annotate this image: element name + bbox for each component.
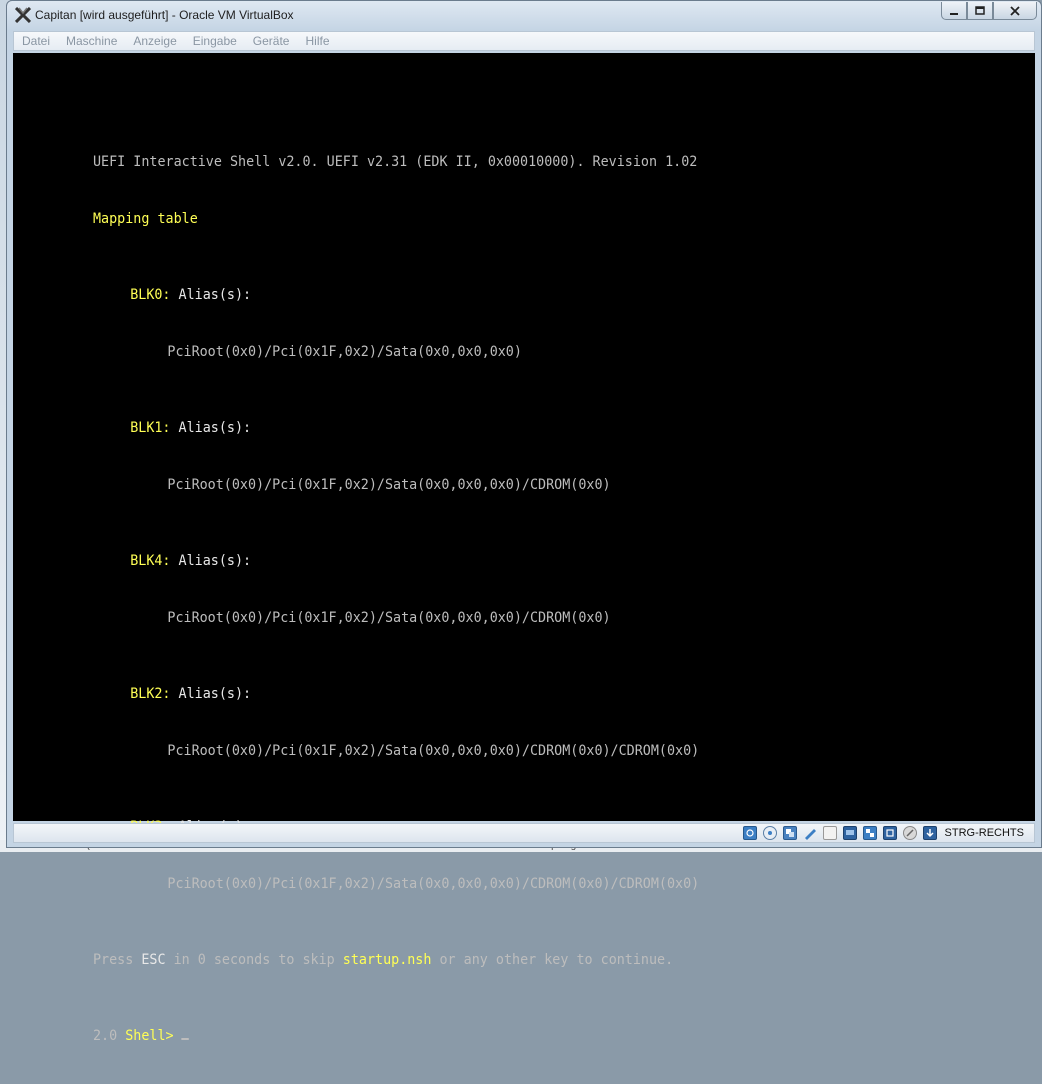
menu-geraete[interactable]: Geräte [253, 34, 290, 48]
device-name: BLK0: [130, 287, 171, 303]
maximize-icon [975, 5, 985, 15]
recording-icon[interactable] [882, 826, 897, 840]
minimize-button[interactable] [941, 2, 967, 20]
mapping-entry: BLK1: Alias(s): [93, 419, 699, 438]
host-key-label: STRG-RECHTS [944, 827, 1024, 839]
console-header: UEFI Interactive Shell v2.0. UEFI v2.31 … [93, 154, 698, 170]
alias-label: Alias(s): [178, 553, 252, 569]
alias-label: Alias(s): [178, 686, 252, 702]
shell-prompt[interactable]: 2.0 Shell> [93, 1027, 699, 1046]
mouse-integration-icon[interactable] [902, 826, 917, 840]
window-title: Capitan [wird ausgeführt] - Oracle VM Vi… [35, 8, 294, 22]
device-name: BLK4: [130, 553, 171, 569]
mapping-entry: BLK2: Alias(s): [93, 685, 699, 704]
device-name: BLK2: [130, 686, 171, 702]
menu-bar: Datei Maschine Anzeige Eingabe Geräte Hi… [13, 31, 1035, 51]
display-icon[interactable] [842, 826, 857, 840]
menu-hilfe[interactable]: Hilfe [305, 34, 329, 48]
device-path: PciRoot(0x0)/Pci(0x1F,0x2)/Sata(0x0,0x0,… [167, 610, 611, 626]
usb-icon[interactable] [782, 826, 797, 840]
keyboard-capture-icon[interactable] [922, 826, 937, 840]
device-name: BLK1: [130, 420, 171, 436]
virtualbox-window: Capitan [wird ausgeführt] - Oracle VM Vi… [6, 0, 1042, 1044]
menu-anzeige[interactable]: Anzeige [133, 34, 176, 48]
minimize-icon [950, 12, 958, 15]
mapping-entry: BLK0: Alias(s): [93, 286, 699, 305]
alias-label: Alias(s): [178, 420, 252, 436]
startup-script-name: startup.nsh [342, 952, 432, 968]
vm-screen[interactable]: UEFI Interactive Shell v2.0. UEFI v2.31 … [13, 53, 1035, 1044]
mapping-table-title: Mapping table [93, 211, 198, 227]
capture-icon[interactable] [822, 826, 837, 840]
device-path: PciRoot(0x0)/Pci(0x1F,0x2)/Sata(0x0,0x0,… [167, 876, 700, 892]
status-icons: STRG-RECHTS [742, 825, 1024, 841]
title-bar[interactable]: Capitan [wird ausgeführt] - Oracle VM Vi… [7, 1, 1041, 31]
network-icon[interactable] [862, 826, 877, 840]
alias-label: Alias(s): [178, 287, 252, 303]
menu-eingabe[interactable]: Eingabe [193, 34, 237, 48]
text-cursor [181, 1038, 190, 1040]
close-button[interactable] [993, 2, 1037, 20]
message-text: Press [93, 952, 142, 968]
maximize-button[interactable] [967, 2, 993, 20]
uefi-console: UEFI Interactive Shell v2.0. UEFI v2.31 … [93, 115, 699, 1084]
menu-datei[interactable]: Datei [22, 34, 50, 48]
startup-countdown-message: Press ESC in 0 seconds to skip startup.n… [93, 951, 699, 970]
device-path: PciRoot(0x0)/Pci(0x1F,0x2)/Sata(0x0,0x0,… [167, 344, 522, 360]
virtualbox-app-icon [14, 6, 32, 24]
optical-drive-icon[interactable] [762, 826, 777, 840]
message-text: in 0 seconds to skip [165, 952, 343, 968]
shared-folder-icon[interactable] [803, 826, 817, 840]
window-controls [941, 2, 1037, 21]
prompt-version: 2.0 [93, 1028, 126, 1044]
close-icon [1010, 5, 1020, 16]
message-text: or any other key to continue. [431, 952, 674, 968]
esc-key-label: ESC [141, 952, 166, 968]
mapping-entry: BLK4: Alias(s): [93, 552, 699, 571]
device-path: PciRoot(0x0)/Pci(0x1F,0x2)/Sata(0x0,0x0,… [167, 743, 700, 759]
device-path: PciRoot(0x0)/Pci(0x1F,0x2)/Sata(0x0,0x0,… [167, 477, 611, 493]
harddisk-icon[interactable] [742, 826, 757, 840]
status-bar: STRG-RECHTS [13, 823, 1035, 843]
menu-maschine[interactable]: Maschine [66, 34, 117, 48]
prompt-shell: Shell> [125, 1028, 174, 1044]
